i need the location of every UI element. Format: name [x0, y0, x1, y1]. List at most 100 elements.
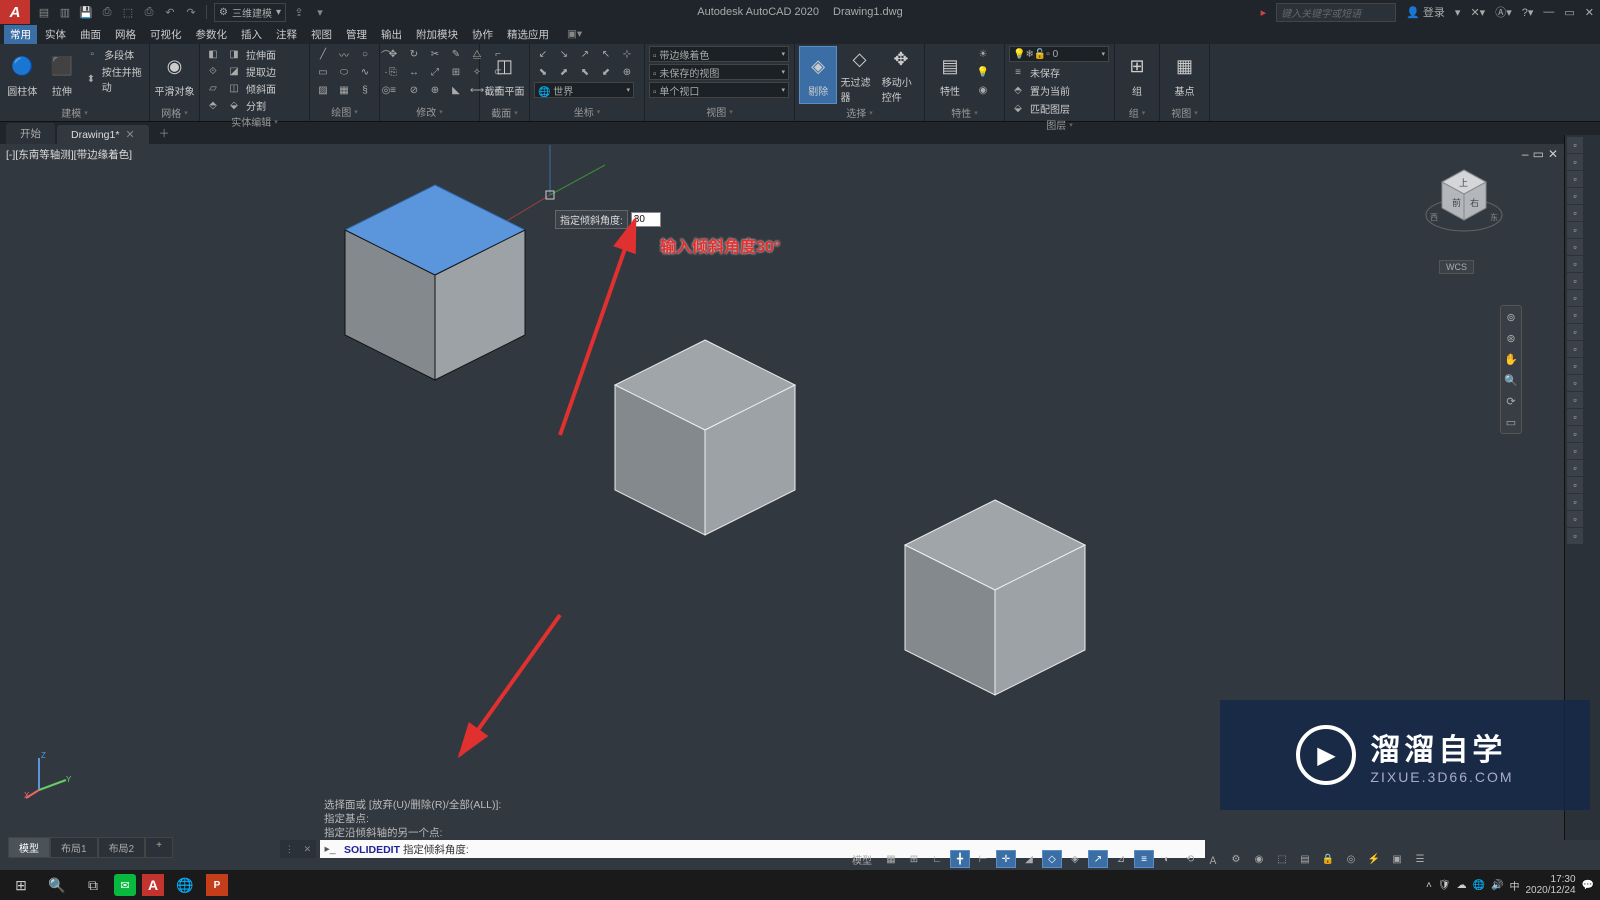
- sb-osnap-icon[interactable]: ◇: [1042, 850, 1062, 868]
- view-cube[interactable]: 前 右 上 西 东: [1424, 160, 1504, 240]
- scale-icon[interactable]: ⤢: [426, 64, 444, 80]
- viewport-combo[interactable]: ▫ 单个视口: [649, 82, 789, 98]
- qat-plot-icon[interactable]: ⎙: [141, 4, 157, 20]
- tab-solid[interactable]: 实体: [39, 25, 72, 44]
- extrude-button[interactable]: ⬛拉伸: [44, 46, 81, 104]
- sb-workspace-icon[interactable]: ⚙: [1226, 850, 1246, 868]
- clock[interactable]: 17:302020/12/24: [1525, 874, 1575, 896]
- ellipse-icon[interactable]: ⬭: [335, 64, 353, 80]
- tab-view[interactable]: 视图: [305, 25, 338, 44]
- tab-collab[interactable]: 协作: [466, 25, 499, 44]
- signin-button[interactable]: 👤 登录: [1406, 4, 1445, 20]
- tray-volume-icon[interactable]: 🔊: [1491, 880, 1503, 891]
- showmotion-icon[interactable]: ▭: [1503, 414, 1519, 430]
- add-layout-button[interactable]: +: [145, 837, 173, 858]
- tab-insert[interactable]: 插入: [235, 25, 268, 44]
- sb-otrack-icon[interactable]: ↗: [1088, 850, 1108, 868]
- pline-icon[interactable]: 〰: [335, 46, 353, 62]
- tray-shield-icon[interactable]: 🛡: [1438, 880, 1451, 891]
- extract-edge-button[interactable]: ⟐◪提取边: [204, 63, 276, 79]
- vp-max-icon[interactable]: ▭: [1533, 147, 1544, 161]
- tab-mesh[interactable]: 网格: [109, 25, 142, 44]
- sb-isolate-icon[interactable]: ◎: [1341, 850, 1361, 868]
- full-nav-icon[interactable]: ⊚: [1503, 309, 1519, 325]
- break-icon[interactable]: ⊘: [405, 82, 423, 98]
- sb-ducs-icon[interactable]: ⊿: [1111, 850, 1131, 868]
- tab-featured[interactable]: 精选应用: [501, 25, 555, 44]
- region-icon[interactable]: ▦: [335, 82, 353, 98]
- base-view-button[interactable]: ▦基点: [1164, 46, 1205, 104]
- tray-ime-icon[interactable]: 中: [1509, 878, 1519, 893]
- sb-grid-icon[interactable]: ▦: [881, 850, 901, 868]
- sb-units-icon[interactable]: ⬚: [1272, 850, 1292, 868]
- properties-button[interactable]: ▤特性: [929, 46, 971, 104]
- chrome-taskbar-icon[interactable]: 🌐: [170, 872, 200, 898]
- tab-layout1[interactable]: 布局1: [50, 837, 98, 858]
- tab-annotate[interactable]: 注释: [270, 25, 303, 44]
- sb-transparency-icon[interactable]: ◐: [1157, 850, 1177, 868]
- system-tray[interactable]: ˄ 🛡 ☁ 🌐 🔊 中 17:302020/12/24 💬: [1426, 874, 1594, 896]
- no-filter-button[interactable]: ◇无过滤器: [840, 46, 878, 104]
- tray-cloud-icon[interactable]: ☁: [1457, 880, 1467, 891]
- wechat-taskbar-icon[interactable]: ✉: [114, 874, 136, 896]
- help-search-input[interactable]: 键入关键字或短语: [1276, 3, 1396, 22]
- autocad-taskbar-icon[interactable]: A: [142, 874, 164, 896]
- taskview-button[interactable]: ⧉: [78, 872, 108, 898]
- solid-cube-3[interactable]: [895, 490, 1095, 700]
- sb-hw-icon[interactable]: ⚡: [1364, 850, 1384, 868]
- helix-icon[interactable]: §: [356, 82, 374, 98]
- dyn-value-input[interactable]: [631, 212, 661, 227]
- sb-dyn-icon[interactable]: ╋: [950, 850, 970, 868]
- erase-icon[interactable]: ✎: [447, 46, 465, 62]
- workspace-combo[interactable]: ⚙ 三维建模 ▾: [214, 3, 286, 22]
- taper-face-button[interactable]: ▱◫倾斜面: [204, 80, 276, 96]
- tray-network-icon[interactable]: 🌐: [1473, 880, 1485, 891]
- search-button[interactable]: 🔍: [42, 872, 72, 898]
- qat-web-icon[interactable]: ⬚: [120, 4, 136, 20]
- solid-cube-2[interactable]: [605, 330, 805, 540]
- close-icon[interactable]: ✕: [125, 128, 134, 141]
- sb-clean-icon[interactable]: ▣: [1387, 850, 1407, 868]
- sb-ortho-icon[interactable]: ⊢: [973, 850, 993, 868]
- ucs-icon[interactable]: ↙: [534, 46, 552, 62]
- layer-combo[interactable]: 💡❄🔓▫ 0: [1009, 46, 1109, 62]
- qat-save-icon[interactable]: 💾: [78, 4, 94, 20]
- chamfer-icon[interactable]: ◣: [447, 82, 465, 98]
- cylinder-button[interactable]: 🔵圆柱体: [4, 46, 41, 104]
- copy-icon[interactable]: ⎘: [384, 64, 402, 80]
- tab-addins[interactable]: 附加模块: [410, 25, 464, 44]
- sb-annoscale-icon[interactable]: Ａ: [1203, 850, 1223, 868]
- tab-surface[interactable]: 曲面: [74, 25, 107, 44]
- app-store-icon[interactable]: Ⓐ▾: [1495, 4, 1512, 20]
- qat-new-icon[interactable]: ▤: [36, 4, 52, 20]
- separate-button[interactable]: ⬘⬙分割: [204, 97, 276, 113]
- section-plane-button[interactable]: ◫截面平面: [484, 46, 525, 104]
- qat-open-icon[interactable]: ▥: [57, 4, 73, 20]
- line-icon[interactable]: ╱: [314, 46, 332, 62]
- spline-icon[interactable]: ∿: [356, 64, 374, 80]
- sun-icon[interactable]: ☀: [974, 46, 992, 62]
- tab-start[interactable]: 开始: [6, 123, 55, 144]
- rotate-icon[interactable]: ↻: [405, 46, 423, 62]
- smooth-button[interactable]: ◉平滑对象: [154, 46, 195, 104]
- steering-wheel-icon[interactable]: ⊛: [1503, 330, 1519, 346]
- help-icon[interactable]: ?▾: [1522, 6, 1534, 19]
- sb-annomonitor-icon[interactable]: ◉: [1249, 850, 1269, 868]
- qat-undo-icon[interactable]: ↶: [162, 4, 178, 20]
- app-logo[interactable]: A: [0, 0, 30, 24]
- minimize-button[interactable]: —: [1543, 6, 1554, 18]
- light-icon[interactable]: 💡: [974, 64, 992, 80]
- hatch-icon[interactable]: ▨: [314, 82, 332, 98]
- add-tab-button[interactable]: ＋: [151, 122, 178, 144]
- sb-cycling-icon[interactable]: ⟲: [1180, 850, 1200, 868]
- tab-parametric[interactable]: 参数化: [190, 25, 234, 44]
- zoom-icon[interactable]: 🔍: [1503, 372, 1519, 388]
- align-icon[interactable]: ≡: [384, 82, 402, 98]
- tab-manage[interactable]: 管理: [340, 25, 373, 44]
- qat-redo-icon[interactable]: ↷: [183, 4, 199, 20]
- material-icon[interactable]: ◉: [974, 82, 992, 98]
- close-button[interactable]: ✕: [1585, 6, 1594, 19]
- cmdline-handle[interactable]: ⋮✕: [280, 840, 316, 858]
- notification-icon[interactable]: 💬: [1582, 880, 1594, 891]
- pan-icon[interactable]: ✋: [1503, 351, 1519, 367]
